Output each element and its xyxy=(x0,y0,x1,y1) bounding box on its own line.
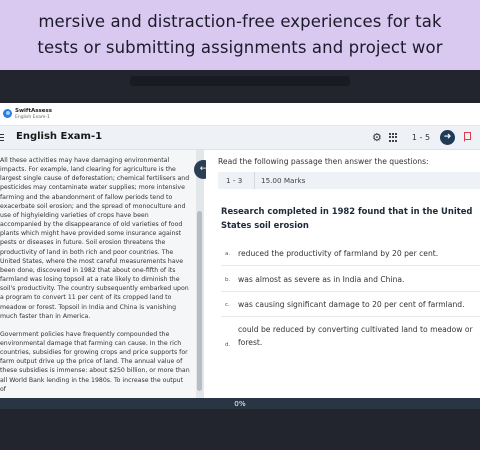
question-meta: 1 - 3 15.00 Marks xyxy=(218,172,480,189)
question-page-range: 1 - 5 xyxy=(411,133,431,142)
option-b[interactable]: b. was almost as severe as in India and … xyxy=(221,268,480,292)
banner-line-2: tests or submitting assignments and proj… xyxy=(37,38,443,57)
question-text: Research completed in 1982 found that in… xyxy=(221,206,473,230)
brand-bar: SwiftAssess English Exam-1 xyxy=(0,103,480,126)
progress-label: 0% xyxy=(234,399,246,408)
menu-icon[interactable] xyxy=(0,134,4,142)
gear-icon[interactable]: ⚙ xyxy=(372,132,383,143)
promo-banner: mersive and distraction-free experiences… xyxy=(0,0,480,70)
exam-screen: SwiftAssess English Exam-1 English Exam-… xyxy=(0,103,480,409)
exam-title: English Exam-1 xyxy=(16,131,103,142)
option-text: reduced the productivity of farmland by … xyxy=(238,249,439,258)
exam-progress-bar: 0% xyxy=(0,398,480,409)
question-pane: Read the following passage then answer t… xyxy=(206,150,480,398)
question-marks: 15.00 Marks xyxy=(261,176,306,185)
option-a[interactable]: a. reduced the productivity of farmland … xyxy=(221,242,480,266)
passage-paragraph-2: Government policies have frequently comp… xyxy=(0,330,190,393)
option-text: could be reduced by converting cultivate… xyxy=(238,325,473,347)
passage-text: All these activities may have damaging e… xyxy=(0,156,190,398)
option-letter: d. xyxy=(225,342,231,348)
question-grid-icon[interactable] xyxy=(389,133,398,142)
option-text: was causing significant damage to 20 per… xyxy=(238,300,465,309)
option-letter: c. xyxy=(225,302,230,308)
option-c[interactable]: c. was causing significant damage to 20 … xyxy=(221,293,480,317)
device-notch xyxy=(130,76,350,86)
meta-divider xyxy=(254,172,255,189)
passage-pane: All these activities may have damaging e… xyxy=(0,150,196,398)
option-d[interactable]: d. could be reduced by converting cultiv… xyxy=(221,320,480,354)
next-page-button[interactable]: ➜ xyxy=(440,130,455,145)
question-range: 1 - 3 xyxy=(226,176,243,185)
question-instruction: Read the following passage then answer t… xyxy=(218,157,429,166)
passage-paragraph-1: All these activities may have damaging e… xyxy=(0,157,190,320)
brand-name: SwiftAssess xyxy=(15,108,53,114)
flag-icon[interactable] xyxy=(464,132,472,142)
option-letter: a. xyxy=(225,251,231,257)
brand-subtitle: English Exam-1 xyxy=(15,115,50,120)
brand-logo-icon xyxy=(3,109,12,118)
option-letter: b. xyxy=(225,277,231,283)
option-text: was almost as severe as in India and Chi… xyxy=(238,275,405,284)
banner-line-1: mersive and distraction-free experiences… xyxy=(38,12,442,31)
exam-header: English Exam-1 ⚙ 1 - 5 ➜ xyxy=(0,126,480,150)
passage-scroll-thumb[interactable] xyxy=(197,211,202,391)
